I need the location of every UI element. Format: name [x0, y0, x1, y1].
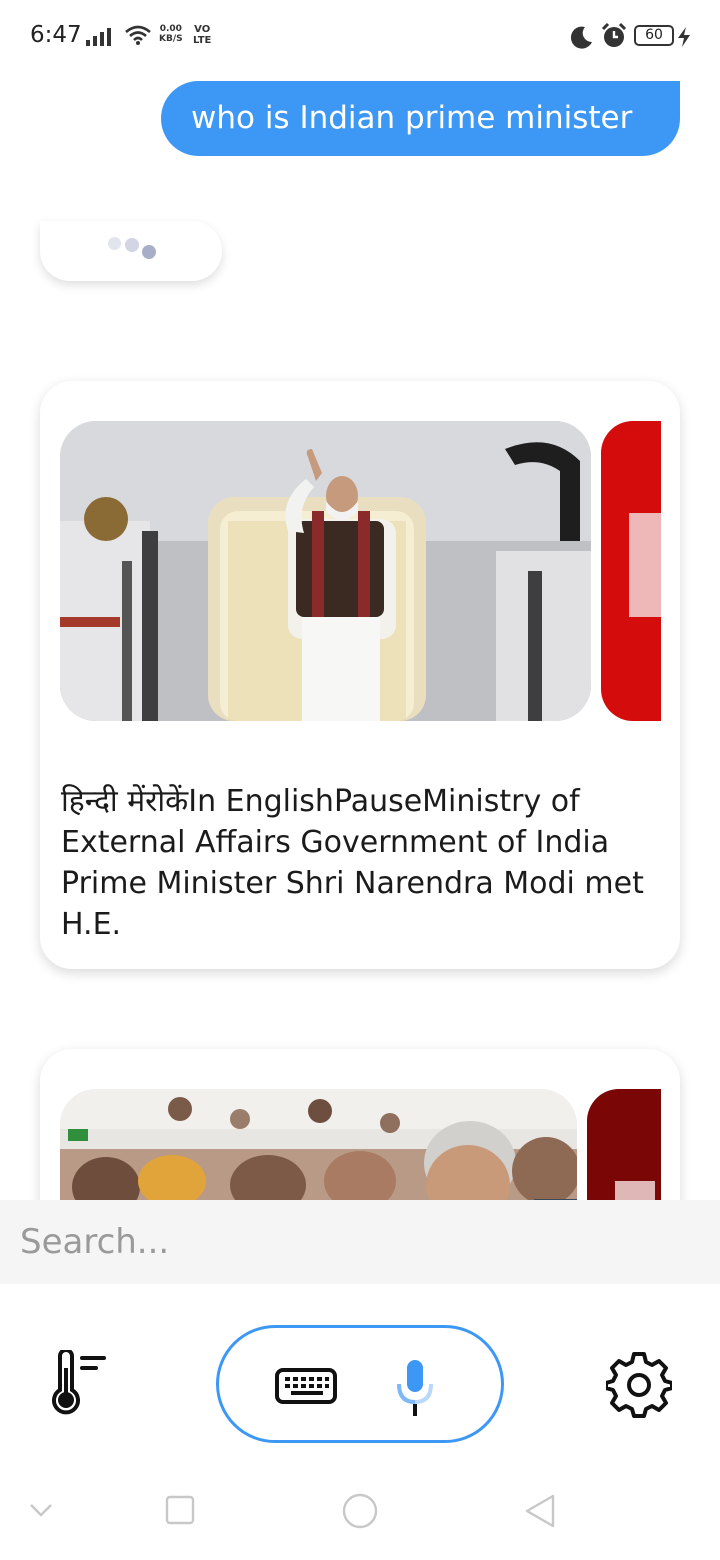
- battery-indicator: 60: [634, 25, 674, 46]
- bottom-controls: [0, 1284, 720, 1560]
- user-message-bubble: who is Indian prime minister: [161, 81, 680, 156]
- result-snippet: हिन्दी मेंरोकेंIn EnglishPauseMinistry o…: [61, 784, 644, 942]
- chevron-down-icon[interactable]: [27, 1496, 55, 1524]
- signal-icon: [86, 28, 111, 46]
- microphone-icon[interactable]: [395, 1358, 435, 1420]
- prime-minister-photo: [60, 421, 591, 721]
- alarm-icon: [601, 22, 627, 47]
- network-speed: 0.00 KB/S: [159, 24, 183, 44]
- next-result-image[interactable]: [601, 421, 661, 721]
- network-speed-unit: KB/S: [159, 34, 183, 44]
- result-image[interactable]: [60, 421, 591, 721]
- typing-dot: [125, 238, 139, 252]
- volte-indicator: VO LTE: [193, 24, 211, 46]
- input-mode-switcher: [216, 1325, 504, 1443]
- keyboard-icon[interactable]: [275, 1366, 339, 1406]
- charging-icon: [678, 27, 690, 47]
- network-speed-value: 0.00: [159, 24, 182, 34]
- system-nav-bar: [0, 1464, 720, 1560]
- typing-dot: [142, 245, 156, 259]
- status-bar: 6:47 0.00 KB/S VO LTE 60: [0, 0, 720, 72]
- thermometer-icon[interactable]: [46, 1350, 116, 1420]
- back-icon[interactable]: [523, 1493, 557, 1529]
- bot-typing-indicator: [40, 221, 222, 281]
- gear-icon[interactable]: [606, 1352, 672, 1418]
- status-time: 6:47: [30, 22, 82, 48]
- typing-dot: [108, 237, 121, 250]
- next-image-glyph: [629, 513, 661, 617]
- recent-apps-icon[interactable]: [165, 1495, 195, 1525]
- volte-top: VO: [194, 24, 211, 35]
- search-bar: [0, 1200, 720, 1284]
- volte-bottom: LTE: [193, 35, 212, 46]
- result-card[interactable]: हिन्दी मेंरोकेंIn EnglishPauseMinistry o…: [40, 381, 680, 969]
- home-icon[interactable]: [341, 1492, 379, 1530]
- search-input[interactable]: [20, 1214, 700, 1270]
- moon-icon: [570, 26, 592, 49]
- wifi-icon: [125, 25, 151, 45]
